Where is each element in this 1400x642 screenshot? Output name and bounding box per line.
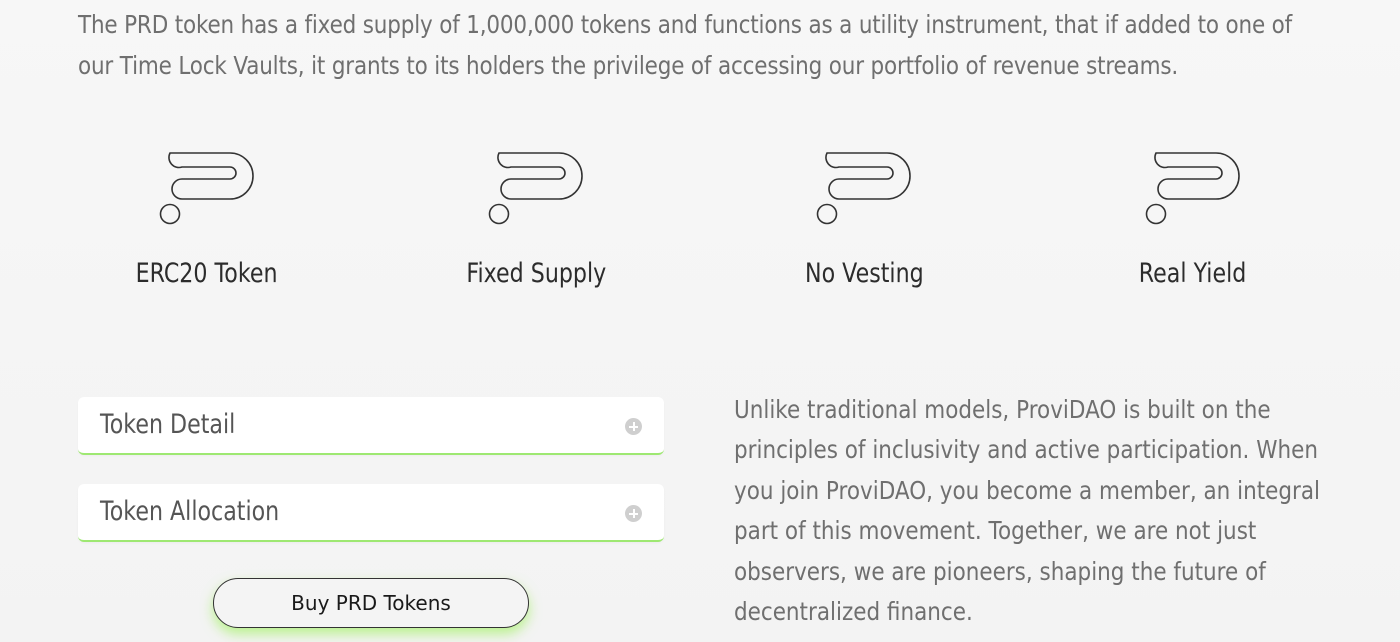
accordion-title: Token Detail — [100, 409, 236, 440]
accordion-token-detail[interactable]: Token Detail — [78, 397, 664, 455]
provi-logo-icon — [159, 152, 254, 225]
feature-no-vesting: No Vesting — [744, 150, 984, 289]
buy-prd-tokens-button[interactable]: Buy PRD Tokens — [213, 578, 529, 628]
provi-logo-icon — [816, 152, 911, 225]
accordion-token-allocation[interactable]: Token Allocation — [78, 484, 664, 542]
plus-circle-icon[interactable] — [625, 505, 642, 522]
feature-label: ERC20 Token — [136, 258, 278, 289]
feature-label: Real Yield — [1139, 258, 1247, 289]
description-paragraph: Unlike traditional models, ProviDAO is b… — [734, 395, 1321, 627]
feature-label: No Vesting — [804, 258, 924, 289]
feature-label: Fixed Supply — [466, 258, 606, 289]
feature-fixed-supply: Fixed Supply — [416, 150, 656, 289]
accordion-title: Token Allocation — [100, 496, 280, 527]
provi-logo-icon — [1145, 152, 1240, 225]
provi-logo-icon — [488, 152, 583, 225]
features-row: ERC20 Token Fixed Supply No Vesting Real… — [0, 150, 1400, 310]
feature-erc20-token: ERC20 Token — [87, 150, 327, 289]
intro-paragraph: The PRD token has a fixed supply of 1,00… — [78, 10, 1293, 80]
plus-circle-icon[interactable] — [625, 418, 642, 435]
feature-real-yield: Real Yield — [1073, 150, 1313, 289]
